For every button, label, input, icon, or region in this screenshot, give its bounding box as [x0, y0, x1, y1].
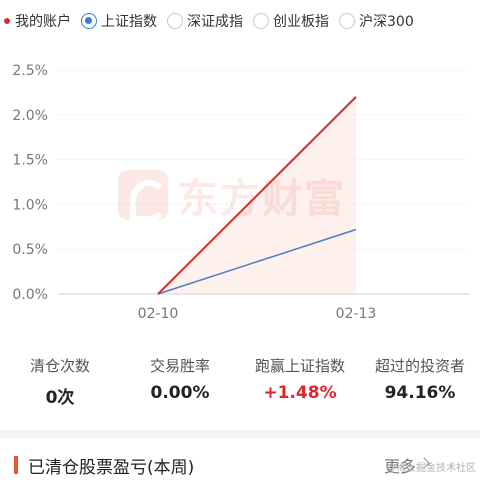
section-title: 已清仓股票盈亏(本周)	[28, 457, 195, 478]
radio-index-cyb-label: 创业板指	[273, 14, 329, 30]
stat-label: 交易胜率	[149, 357, 210, 375]
stat-value: 0.00%	[150, 383, 210, 403]
radio-index-sh[interactable]: 上证指数	[81, 11, 157, 31]
radio-index-sh-label: 上证指数	[101, 14, 157, 30]
radio-unchecked-icon[interactable]	[167, 13, 183, 29]
y-tick-label: 0.5%	[12, 242, 48, 258]
radio-index-sz-label: 深证成指	[187, 14, 243, 30]
radio-index-cyb[interactable]: 创业板指	[253, 11, 329, 31]
y-tick-label: 1.5%	[12, 153, 48, 169]
radio-index-sz[interactable]: 深证成指	[167, 11, 243, 31]
stat-value: +1.48%	[263, 383, 337, 403]
x-tick-label: 02-13	[336, 306, 377, 322]
radio-unchecked-icon[interactable]	[253, 13, 269, 29]
stats-row: 清仓次数 0次 交易胜率 0.00% 跑赢上证指数 +1.48% 超过的投资者 …	[0, 355, 480, 408]
stat-beat-index: 跑赢上证指数 +1.48%	[240, 355, 360, 408]
return-line-chart: 0.0% 0.5% 1.0% 1.5% 2.0% 2.5% 02-10 02-13	[12, 63, 470, 322]
radio-index-hs300-label: 沪深300	[359, 14, 414, 30]
stat-label: 清仓次数	[29, 357, 90, 375]
stat-beat-investors: 超过的投资者 94.16%	[360, 355, 480, 408]
y-tick-label: 1.0%	[12, 197, 48, 213]
section-accent-bar	[14, 456, 18, 474]
chart-legend: 我的账户 上证指数 深证成指 创业板指 沪深300	[4, 9, 480, 33]
legend-my-account: 我的账户	[4, 11, 71, 31]
stat-win-rate: 交易胜率 0.00%	[120, 355, 240, 408]
y-tick-label: 2.0%	[12, 108, 48, 124]
stat-label: 跑赢上证指数	[254, 357, 345, 375]
y-tick-label: 2.5%	[12, 63, 48, 79]
section-divider	[0, 430, 480, 438]
x-tick-label: 02-10	[138, 306, 179, 322]
radio-index-hs300[interactable]: 沪深300	[339, 11, 414, 31]
radio-checked-icon[interactable]	[81, 13, 97, 29]
stat-value: 0次	[45, 388, 75, 408]
radio-unchecked-icon[interactable]	[339, 13, 355, 29]
legend-my-account-label: 我的账户	[15, 14, 71, 30]
stat-clear-count: 清仓次数 0次	[0, 355, 120, 408]
stat-label: 超过的投资者	[374, 357, 465, 375]
my-account-dot-icon	[4, 18, 10, 24]
stat-value: 94.16%	[384, 383, 456, 403]
credit-watermark: @稀土掘金技术社区	[386, 463, 476, 474]
y-tick-label: 0.0%	[12, 287, 48, 303]
